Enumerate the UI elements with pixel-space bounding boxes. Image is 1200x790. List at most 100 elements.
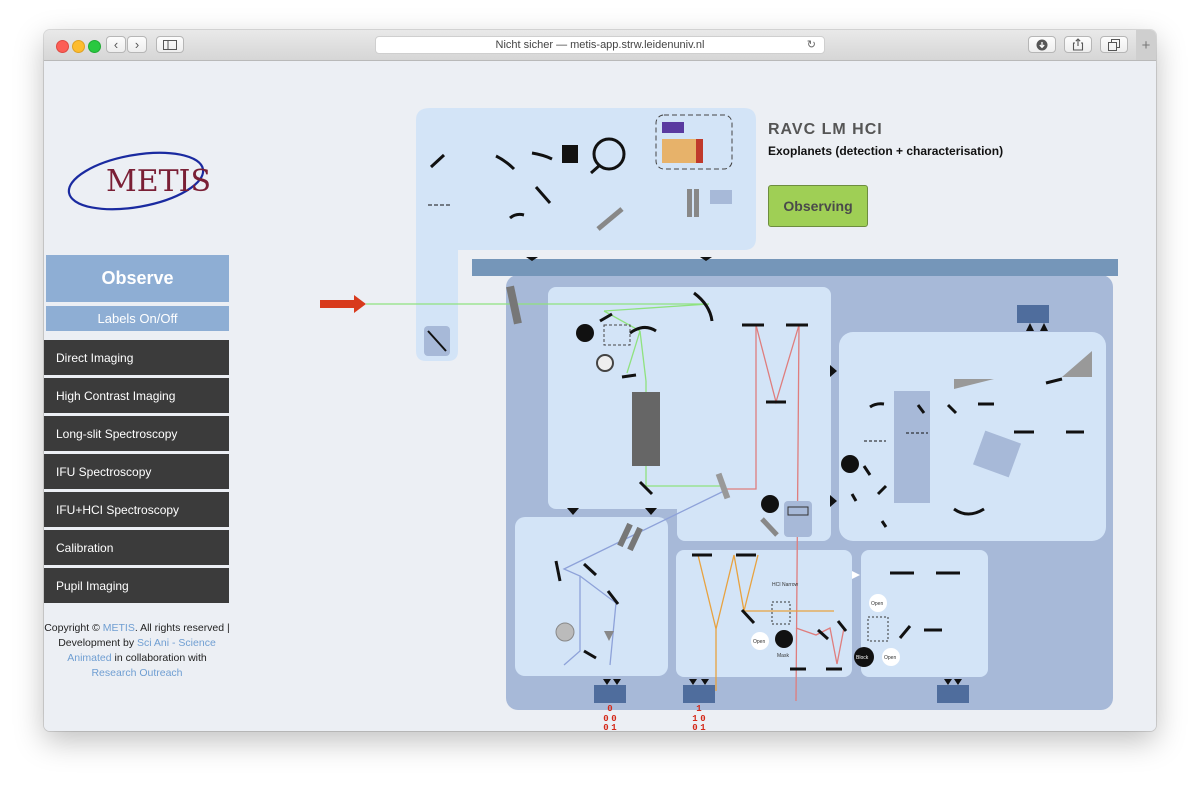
labels-toggle-button[interactable]: Labels On/Off (46, 306, 229, 331)
filter-red (696, 139, 703, 163)
hci-mask-grid (771, 601, 791, 625)
orange-beam (697, 554, 834, 691)
bit: 0 (603, 714, 608, 724)
bit: 1 (692, 714, 698, 724)
lower-wheel-icon (555, 622, 575, 642)
top-optics (428, 151, 624, 231)
detector-2 (683, 685, 715, 703)
browser-window: ‹ › Nicht sicher — metis-app.strw.leiden… (44, 30, 1156, 731)
lens-icon (592, 137, 626, 171)
observing-status-button[interactable]: Observing (768, 185, 868, 227)
top-detector (1017, 305, 1049, 323)
metis-link[interactable]: METIS (103, 622, 135, 634)
research-outreach-link[interactable]: Research Outreach (91, 667, 182, 679)
menu-item-direct-imaging[interactable]: Direct Imaging (44, 340, 229, 375)
observe-button[interactable]: Observe (46, 255, 229, 302)
panel-lower-right (861, 550, 988, 677)
panel-lower-mid (676, 550, 852, 677)
zoom-window-button[interactable] (88, 40, 101, 53)
panel-imager-ext (677, 491, 831, 541)
metis-logo-text: METIS (106, 164, 211, 199)
menu-item-calibration[interactable]: Calibration (44, 530, 229, 565)
panel-right (839, 332, 1106, 541)
top-panel (416, 108, 756, 361)
mask-wheel-icon (775, 630, 793, 648)
right-wheel-icon (841, 455, 859, 473)
data-stream-1: 0 0 0 0 1 (603, 704, 617, 731)
share-icon (1072, 38, 1084, 51)
page-content: METIS Observe Labels On/Off Direct Imagi… (44, 61, 1156, 731)
title-bar: ‹ › Nicht sicher — metis-app.strw.leiden… (44, 30, 1156, 61)
download-icon (1036, 39, 1048, 50)
entrance-mirror-box (424, 326, 450, 356)
sidebar-icon (163, 39, 177, 50)
bit: 1 (696, 704, 702, 714)
mode-subtitle: Exoplanets (detection + characterisation… (768, 144, 1004, 158)
grating-icon (603, 324, 631, 346)
reload-icon[interactable]: ↻ (807, 37, 816, 53)
imager-optics (599, 291, 808, 496)
detector-3 (937, 685, 969, 703)
bit: 0 (700, 714, 705, 724)
menu-item-long-slit-spectroscopy[interactable]: Long-slit Spectroscopy (44, 416, 229, 451)
copyright-text: Copyright © METIS. All rights reserved |… (44, 621, 230, 681)
pair-element (687, 189, 692, 217)
wedge-icon (1062, 351, 1092, 377)
open-badge-3 (882, 648, 900, 666)
imager-arrows (567, 365, 837, 515)
panel-imager (548, 287, 831, 509)
lower-right-grid (867, 616, 889, 642)
share-button[interactable] (1064, 36, 1092, 53)
minimize-window-button[interactable] (72, 40, 85, 53)
top-arrows (526, 257, 712, 261)
label-mask: Mask (777, 653, 789, 659)
back-button[interactable]: ‹ (106, 36, 126, 53)
menu-item-ifu-spectroscopy[interactable]: IFU Spectroscopy (44, 454, 229, 489)
menu-item-high-contrast-imaging[interactable]: High Contrast Imaging (44, 378, 229, 413)
download-button[interactable] (1028, 36, 1056, 53)
block-wheel-icon (854, 647, 874, 667)
play-arrow-icon (852, 571, 860, 579)
bit: 0 (611, 714, 616, 724)
label-block: Block (856, 655, 869, 661)
prism-icon (954, 379, 994, 389)
filter-gradient (662, 139, 696, 163)
entrance-window (506, 285, 522, 325)
sidebar-toggle-button[interactable] (156, 36, 184, 53)
cube-icon (972, 430, 1022, 478)
lower-lens-1 (617, 522, 633, 548)
pair-element-2 (694, 189, 699, 217)
tabs-overview-button[interactable] (1100, 36, 1128, 53)
green-beam (366, 303, 724, 487)
menu-item-pupil-imaging[interactable]: Pupil Imaging (44, 568, 229, 603)
filter-box (655, 114, 733, 170)
dichroic-icon (715, 472, 731, 500)
lower-lens-2 (627, 526, 643, 552)
bit: 0 (607, 704, 612, 714)
label-open-2: Open (871, 601, 883, 607)
close-window-button[interactable] (56, 40, 69, 53)
top-gray-box (710, 190, 732, 204)
stop-wheel-icon (596, 354, 614, 372)
wheel-icon (761, 495, 779, 513)
address-bar[interactable]: Nicht sicher — metis-app.strw.leidenuniv… (375, 36, 825, 54)
fold-mirror (760, 517, 779, 537)
lower-optics (554, 553, 960, 671)
top-detector-arrows (1026, 323, 1048, 331)
red-beam (724, 324, 845, 702)
main-panel (506, 275, 1113, 710)
entrance-mirror (427, 330, 447, 352)
mode-title: RAVC LM HCI (768, 121, 883, 138)
open-badge-2 (869, 594, 887, 612)
detector-block-icon (562, 145, 578, 163)
bit: 0 (603, 723, 608, 731)
large-lens-icon (632, 392, 660, 466)
menu-item-ifu-hci-spectroscopy[interactable]: IFU+HCI Spectroscopy (44, 492, 229, 527)
lower-prism (604, 631, 614, 641)
new-tab-button[interactable]: + (1136, 30, 1156, 60)
slit-icon (787, 506, 809, 516)
panel-lower-left (515, 517, 668, 676)
tabs-icon (1108, 38, 1120, 51)
slit-box (784, 501, 812, 537)
forward-button[interactable]: › (127, 36, 147, 53)
